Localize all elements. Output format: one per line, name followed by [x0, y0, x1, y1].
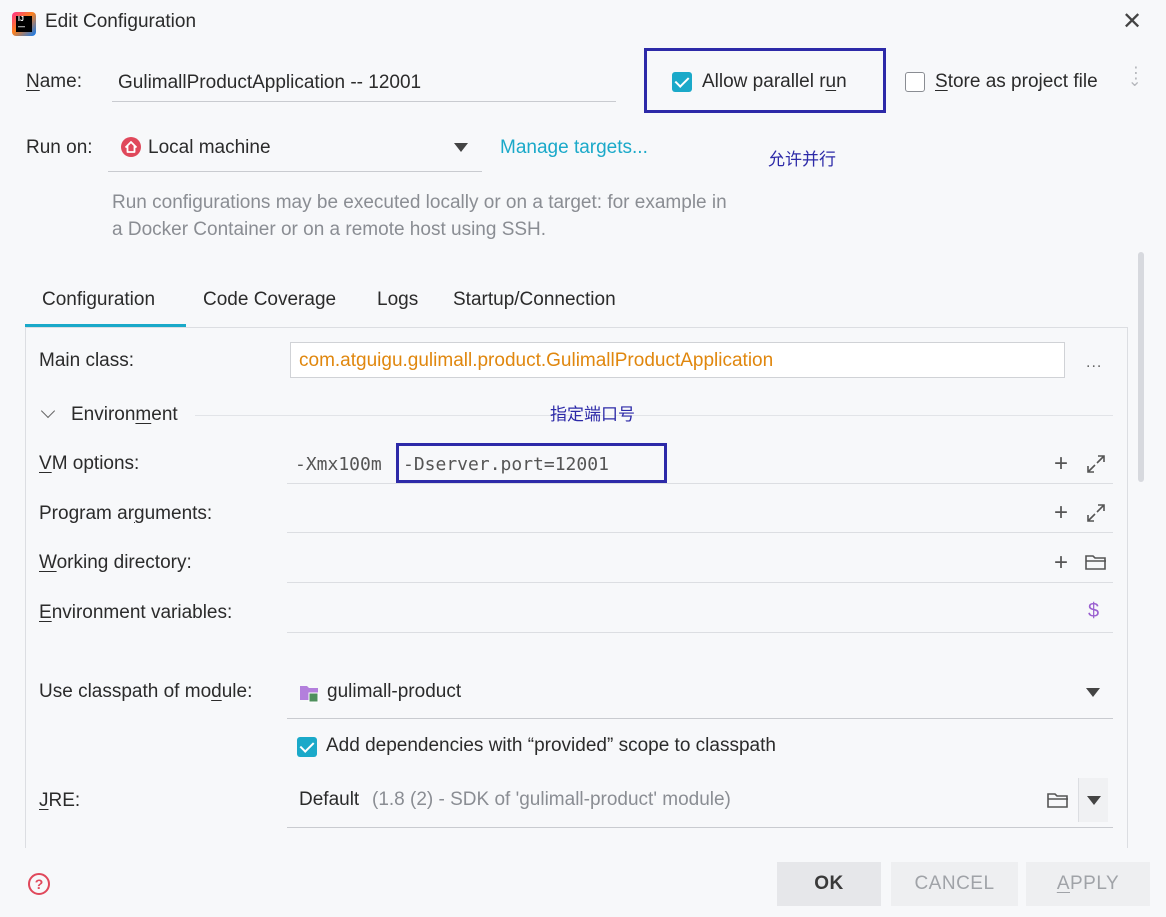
jre-label-text: RE:: [48, 790, 81, 811]
env-label-end: ent: [151, 404, 178, 425]
tab-configuration[interactable]: Configuration: [42, 289, 155, 311]
cp-label-text: Use classpath of mo: [39, 681, 212, 702]
environment-section-label[interactable]: Environment: [71, 404, 178, 426]
folder-icon[interactable]: [1047, 791, 1069, 809]
main-class-input[interactable]: com.atguigu.gulimall.product.GulimallPro…: [290, 342, 1065, 378]
dropdown-arrow-icon: [1087, 796, 1101, 805]
vm-label-text: M options:: [51, 453, 140, 474]
run-on-help-text: Run configurations may be executed local…: [112, 192, 727, 240]
expand-icon[interactable]: [1086, 454, 1106, 474]
cancel-button[interactable]: CANCEL: [891, 862, 1018, 906]
tab-startup-connection[interactable]: Startup/Connection: [453, 289, 616, 311]
app-logo-icon: IJ —: [12, 12, 36, 36]
parallel-label-mnemonic: u: [825, 71, 837, 92]
environment-variables-input[interactable]: [287, 632, 1113, 633]
program-arguments-input[interactable]: [287, 532, 1113, 533]
wd-label-text: orking directory:: [56, 552, 192, 573]
working-directory-label: Working directory:: [39, 552, 192, 574]
browse-main-class-button[interactable]: ...: [1086, 354, 1102, 372]
apply-button[interactable]: APPLY: [1026, 862, 1150, 906]
plus-icon[interactable]: +: [1054, 501, 1068, 525]
jre-dropdown-button[interactable]: [1078, 778, 1108, 822]
prog-label-end: uments:: [144, 503, 213, 524]
envvar-label-mnemonic: E: [39, 602, 52, 623]
tab-logs[interactable]: Logs: [377, 289, 418, 311]
allow-parallel-run-label[interactable]: Allow parallel run: [702, 71, 847, 93]
store-label-mnemonic: S: [935, 71, 948, 92]
jre-label-mnemonic: J: [39, 790, 49, 811]
manage-targets-link[interactable]: Manage targets...: [500, 137, 648, 159]
apply-mnemonic: A: [1056, 873, 1070, 894]
section-divider: [195, 415, 1113, 416]
help-icon[interactable]: ?: [28, 873, 50, 895]
classpath-module-value: gulimall-product: [327, 681, 462, 702]
store-label-text: tore as project file: [947, 71, 1098, 92]
name-label-mnemonic: N: [26, 71, 40, 92]
jre-value-detail: (1.8 (2) - SDK of 'gulimall-product' mod…: [372, 789, 731, 810]
allow-parallel-run-checkbox[interactable]: [672, 72, 692, 92]
add-provided-dependencies-label[interactable]: Add dependencies with “provided” scope t…: [326, 735, 776, 757]
vm-label-mnemonic: V: [39, 453, 52, 474]
vm-options-port-arg: -Dserver.port=12001: [403, 454, 609, 475]
expand-icon[interactable]: [1086, 503, 1106, 523]
classpath-module-label: Use classpath of module:: [39, 681, 252, 703]
envvar-label-text: nvironment variables:: [51, 602, 233, 623]
more-options-icon[interactable]: ⋮ ⌄: [1128, 66, 1144, 94]
store-as-project-file-checkbox[interactable]: [905, 72, 925, 92]
folder-icon[interactable]: [1085, 553, 1107, 571]
environment-variables-label: Environment variables:: [39, 602, 232, 624]
annotation-port: 指定端口号: [550, 405, 635, 424]
name-input[interactable]: [112, 64, 616, 102]
dropdown-arrow-icon[interactable]: [1086, 688, 1100, 697]
window-title: Edit Configuration: [45, 11, 197, 32]
plus-icon[interactable]: +: [1054, 551, 1068, 575]
env-label-mnemonic: m: [135, 404, 152, 425]
jre-label: JRE:: [39, 790, 80, 812]
env-label-text: Environ: [71, 404, 136, 425]
prog-label-text: Program ar: [39, 503, 135, 524]
vm-options-input[interactable]: [287, 483, 1113, 484]
cp-label-end: ule:: [221, 681, 253, 702]
parallel-label-end: n: [836, 71, 847, 92]
working-directory-input[interactable]: [287, 582, 1113, 583]
add-provided-dependencies-checkbox[interactable]: [297, 737, 317, 757]
program-arguments-label: Program arguments:: [39, 503, 212, 525]
run-on-value: Local machine: [148, 137, 271, 158]
parallel-label-text: Allow parallel r: [702, 71, 826, 92]
dropdown-arrow-icon[interactable]: [454, 143, 468, 152]
close-icon[interactable]: ✕: [1118, 8, 1146, 36]
vm-options-label: VM options:: [39, 453, 139, 475]
scrollbar[interactable]: [1138, 252, 1144, 482]
apply-text: PPLY: [1070, 873, 1120, 894]
tab-code-coverage[interactable]: Code Coverage: [203, 289, 336, 311]
cp-label-mnemonic: d: [211, 681, 222, 702]
run-on-label: Run on:: [26, 137, 93, 158]
wd-label-mnemonic: W: [39, 552, 57, 573]
name-label: Name:: [26, 71, 82, 93]
module-icon: [300, 686, 319, 703]
vm-options-prefix: -Xmx100m: [295, 454, 382, 475]
prog-label-mnemonic: g: [134, 503, 145, 524]
store-as-project-file-label[interactable]: Store as project file: [935, 71, 1098, 93]
plus-icon[interactable]: +: [1054, 452, 1068, 476]
jre-value-default: Default: [299, 789, 360, 810]
annotation-parallel: 允许并行: [768, 150, 836, 169]
name-label-text: ame:: [39, 71, 82, 92]
ok-button[interactable]: OK: [777, 862, 881, 906]
home-icon: [121, 137, 141, 157]
dollar-icon[interactable]: $: [1088, 600, 1099, 623]
main-class-label: Main class:: [39, 350, 135, 371]
